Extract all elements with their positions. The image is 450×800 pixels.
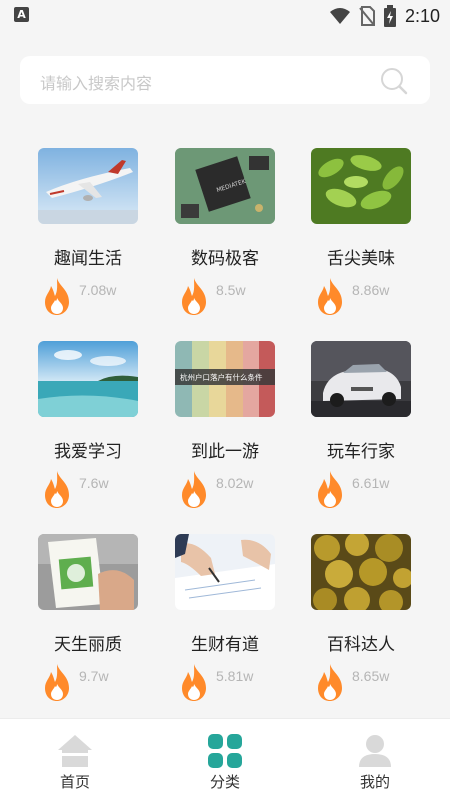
category-item[interactable]: 生财有道 5.81w bbox=[167, 534, 287, 714]
tab-label: 分类 bbox=[209, 773, 240, 791]
profile-icon bbox=[359, 735, 391, 767]
search-placeholder: 请输入搜索内容 bbox=[40, 74, 153, 93]
notification-app-icon: A bbox=[14, 7, 29, 22]
category-title: 我爱学习 bbox=[54, 442, 122, 462]
no-sim-icon bbox=[359, 6, 375, 26]
durian-photo bbox=[311, 534, 411, 610]
fire-icon bbox=[45, 664, 69, 701]
fire-icon bbox=[45, 278, 69, 315]
heat-count: 9.7w bbox=[79, 668, 109, 684]
category-title: 生财有道 bbox=[191, 635, 259, 655]
heat-count: 7.6w bbox=[79, 475, 109, 491]
status-bar: A 2:10 bbox=[0, 0, 450, 32]
tab-label: 我的 bbox=[359, 773, 390, 791]
heat-count: 5.81w bbox=[216, 668, 254, 684]
heat-count: 8.5w bbox=[216, 282, 246, 298]
heat-count: 7.08w bbox=[79, 282, 117, 298]
heat-count: 6.61w bbox=[352, 475, 390, 491]
category-title: 玩车行家 bbox=[327, 442, 395, 462]
status-icons: 2:10 bbox=[329, 4, 440, 28]
fire-icon bbox=[182, 471, 206, 508]
tab-label: 首页 bbox=[59, 773, 90, 791]
category-title: 百科达人 bbox=[327, 635, 395, 655]
status-time: 2:10 bbox=[404, 5, 440, 26]
category-item[interactable]: 杭州户口落户有什么条件 到此一游 8.02w bbox=[167, 341, 287, 521]
fire-icon bbox=[182, 664, 206, 701]
tab-category[interactable]: 分类 bbox=[150, 719, 300, 800]
chip-photo: MEDIATEK bbox=[175, 148, 275, 224]
category-item[interactable]: 玩车行家 6.61w bbox=[303, 341, 423, 521]
category-title: 天生丽质 bbox=[54, 635, 122, 655]
fire-icon bbox=[318, 278, 342, 315]
category-item[interactable]: 我爱学习 7.6w bbox=[30, 341, 150, 521]
category-title: 数码极客 bbox=[191, 249, 259, 269]
fire-icon bbox=[318, 664, 342, 701]
fire-icon bbox=[318, 471, 342, 508]
airplane-photo bbox=[38, 148, 138, 224]
edamame-photo bbox=[311, 148, 411, 224]
home-icon bbox=[58, 735, 92, 767]
product-bag-photo bbox=[38, 534, 138, 610]
fire-icon bbox=[45, 471, 69, 508]
battery-charging-icon bbox=[383, 5, 396, 27]
category-item[interactable]: 百科达人 8.65w bbox=[303, 534, 423, 714]
heat-count: 8.86w bbox=[352, 282, 390, 298]
category-item[interactable]: MEDIATEK 数码极客 8.5w bbox=[167, 148, 287, 328]
fire-icon bbox=[182, 278, 206, 315]
image-caption: 杭州户口落户有什么条件 bbox=[180, 372, 263, 382]
color-stripes-photo: 杭州户口落户有什么条件 bbox=[175, 341, 275, 417]
tab-home[interactable]: 首页 bbox=[0, 719, 150, 800]
search-input[interactable]: 请输入搜索内容 bbox=[20, 56, 430, 104]
writing-hand-photo bbox=[175, 534, 275, 610]
category-item[interactable]: 天生丽质 9.7w bbox=[30, 534, 150, 714]
heat-count: 8.65w bbox=[352, 668, 390, 684]
beach-photo bbox=[38, 341, 138, 417]
category-title: 到此一游 bbox=[191, 442, 259, 462]
search-icon[interactable] bbox=[380, 67, 408, 95]
car-photo bbox=[311, 341, 411, 417]
tab-profile[interactable]: 我的 bbox=[300, 719, 450, 800]
category-title: 舌尖美味 bbox=[327, 249, 395, 269]
category-item[interactable]: 舌尖美味 8.86w bbox=[303, 148, 423, 328]
category-grid-icon bbox=[208, 734, 242, 768]
bottom-tab-bar: 首页 分类 我的 bbox=[0, 718, 450, 800]
category-item[interactable]: 趣闻生活 7.08w bbox=[30, 148, 150, 328]
wifi-icon bbox=[329, 8, 350, 24]
category-title: 趣闻生活 bbox=[54, 249, 122, 269]
heat-count: 8.02w bbox=[216, 475, 254, 491]
